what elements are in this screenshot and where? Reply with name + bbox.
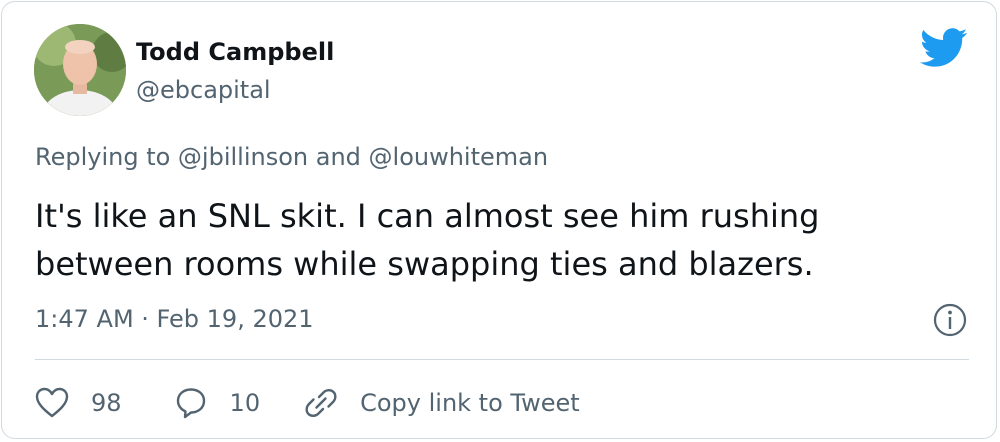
like-button[interactable]: 98 xyxy=(35,387,122,419)
author-name[interactable]: Todd Campbell xyxy=(136,38,334,66)
avatar[interactable] xyxy=(34,24,126,116)
like-count: 98 xyxy=(91,389,122,417)
tweet-timestamp[interactable]: 1:47 AM · Feb 19, 2021 xyxy=(35,305,314,333)
tweet-actions: 98 10 Copy link to Tweet xyxy=(35,380,580,426)
twitter-bird-icon[interactable] xyxy=(920,28,968,68)
link-icon xyxy=(305,388,337,418)
copy-link-label: Copy link to Tweet xyxy=(360,389,580,417)
reply-count: 10 xyxy=(229,389,261,417)
reply-button[interactable]: 10 xyxy=(174,387,261,419)
tweet-card: Todd Campbell @ebcapital Replying to @jb… xyxy=(1,1,997,439)
speech-bubble-icon xyxy=(176,388,205,419)
author-handle[interactable]: @ebcapital xyxy=(136,76,271,104)
tweet-text: It's like an SNL skit. I can almost see … xyxy=(35,197,820,283)
replying-to[interactable]: Replying to @jbillinson and @louwhiteman xyxy=(35,143,548,171)
info-icon[interactable] xyxy=(932,302,968,338)
divider xyxy=(35,359,969,360)
heart-icon xyxy=(35,387,69,418)
copy-link-button[interactable]: Copy link to Tweet xyxy=(304,386,580,420)
avatar-photo xyxy=(34,24,126,116)
